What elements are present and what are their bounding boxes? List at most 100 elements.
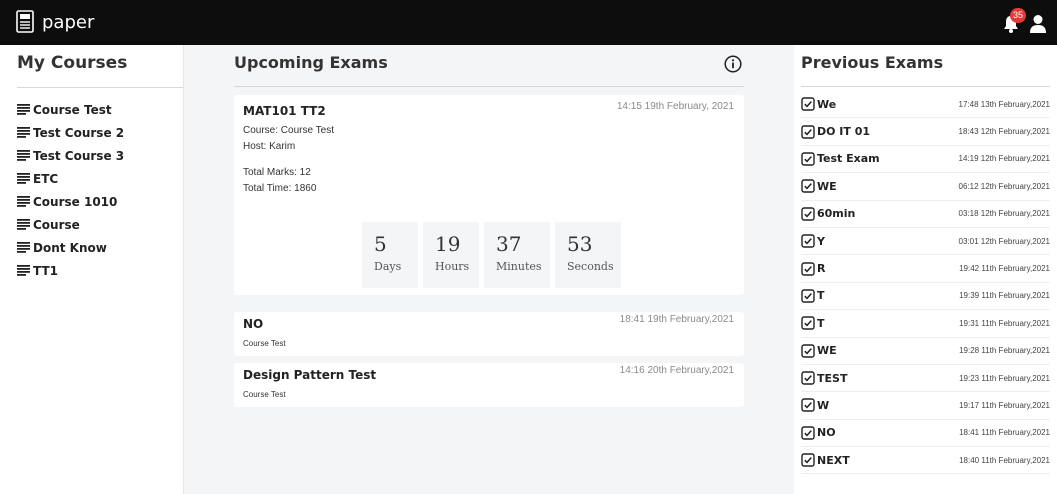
course-item[interactable]: Test Course 3 (17, 144, 124, 167)
previous-exam-item[interactable]: W 19:17 11th February,2021 (801, 392, 1050, 420)
previous-exam-item[interactable]: NEXT 18:40 11th February,2021 (801, 447, 1050, 475)
previous-exam-name-wrap: 60min (801, 207, 855, 221)
previous-exam-item[interactable]: We 17:48 13th February,2021 (801, 91, 1050, 119)
checkbox-check-icon (801, 289, 815, 303)
previous-exam-name-wrap: TEST (801, 371, 847, 385)
exam-card[interactable]: NO 18:41 19th February,2021 Course Test (234, 312, 744, 356)
course-item[interactable]: ETC (17, 167, 124, 190)
course-item[interactable]: Course 1010 (17, 190, 124, 213)
previous-exam-time: 19:39 11th February,2021 (959, 291, 1050, 301)
course-item[interactable]: TT1 (17, 259, 124, 282)
previous-exam-name: NEXT (817, 453, 850, 467)
countdown-seconds: 53 Seconds (555, 222, 621, 288)
exam-card[interactable]: MAT101 TT2 14:15 19th February, 2021 Cou… (234, 95, 744, 295)
previous-exam-name: W (817, 398, 830, 412)
course-label: TT1 (33, 263, 58, 278)
previous-exam-item[interactable]: Y 03:01 12th February,2021 (801, 228, 1050, 256)
previous-exam-time: 19:28 11th February,2021 (959, 346, 1050, 356)
previous-exam-name: DO IT 01 (817, 125, 871, 139)
checkbox-check-icon (801, 371, 815, 385)
previous-exam-time: 06:12 12th February,2021 (958, 181, 1050, 191)
previous-exam-name: Y (817, 234, 825, 248)
previous-exam-name: T (817, 316, 825, 330)
exam-total-marks: Total Marks: 12 (243, 167, 311, 178)
checkbox-check-icon (801, 426, 815, 440)
list-lines-icon (17, 219, 30, 230)
exam-host: Host: Karim (243, 141, 296, 152)
checkbox-check-icon (801, 344, 815, 358)
course-list: Course Test Test Course 2 Test Course 3 … (17, 98, 124, 282)
countdown-seconds-value: 53 (567, 232, 593, 256)
countdown-days: 5 Days (362, 222, 418, 288)
previous-exams-list: We 17:48 13th February,2021 DO IT 01 18:43 … (801, 91, 1050, 475)
countdown-hours-value: 19 (435, 232, 461, 256)
previous-exam-name-wrap: T (801, 316, 825, 331)
previous-exam-item[interactable]: WE 06:12 12th February,2021 (801, 173, 1050, 201)
divider (17, 87, 183, 88)
brand-name: paper (42, 11, 95, 33)
checkbox-check-icon (801, 97, 815, 111)
checkbox-check-icon (801, 398, 815, 413)
course-label: Test Course 2 (33, 125, 125, 140)
course-item[interactable]: Course Test (17, 98, 124, 121)
checkbox-check-icon (801, 124, 815, 139)
exam-card[interactable]: Design Pattern Test 14:16 20th February,… (234, 363, 744, 407)
exam-title: Design Pattern Test (243, 368, 377, 382)
previous-exam-item[interactable]: 60min 03:18 12th February,2021 (801, 201, 1050, 228)
list-lines-icon (17, 150, 30, 161)
countdown-minutes-label: Minutes (496, 260, 542, 273)
previous-exam-name-wrap: WE (801, 179, 837, 194)
checkbox-check-icon (801, 453, 815, 467)
previous-exam-name-wrap: W (801, 398, 830, 413)
course-item[interactable]: Test Course 2 (17, 121, 124, 144)
previous-exam-name: We (817, 97, 837, 111)
countdown-seconds-label: Seconds (567, 260, 614, 273)
exam-time: 14:16 20th February,2021 (619, 365, 734, 376)
list-lines-icon (17, 104, 30, 115)
previous-exam-name-wrap: WE (801, 344, 837, 358)
exam-time: 14:15 19th February, 2021 (616, 101, 734, 112)
previous-exam-item[interactable]: T 19:31 11th February,2021 (801, 310, 1050, 338)
user-icon[interactable] (1029, 14, 1047, 34)
exam-course: Course: Course Test (243, 125, 334, 136)
previous-exams-panel: Previous Exams We 17:48 13th February,202… (794, 45, 1057, 494)
upcoming-exams-panel: Upcoming Exams MAT101 TT2 14:15 19th Feb… (184, 45, 794, 494)
info-icon[interactable] (724, 55, 742, 73)
checkbox-check-icon (801, 234, 815, 248)
exam-time: 18:41 19th February,2021 (619, 314, 734, 325)
checkbox-check-icon (801, 179, 815, 194)
brand[interactable]: paper (14, 10, 94, 34)
previous-exam-time: 18:41 11th February,2021 (959, 428, 1050, 438)
divider (801, 86, 1050, 87)
exam-title: NO (243, 317, 264, 331)
checkbox-check-icon (801, 207, 815, 221)
previous-exam-name: WE (817, 344, 837, 358)
previous-exam-item[interactable]: TEST 19:23 11th February,2021 (801, 365, 1050, 393)
previous-exam-item[interactable]: NO 18:41 11th February,2021 (801, 420, 1050, 448)
previous-exam-name-wrap: R (801, 261, 825, 276)
top-navbar: paper 35 (0, 0, 1057, 45)
upcoming-exams-title: Upcoming Exams (234, 53, 388, 72)
previous-exam-item[interactable]: R 19:42 11th February,2021 (801, 255, 1050, 283)
previous-exam-item[interactable]: WE 19:28 11th February,2021 (801, 338, 1050, 365)
list-lines-icon (17, 265, 30, 276)
previous-exam-name-wrap: T (801, 289, 825, 303)
course-label: ETC (33, 171, 59, 186)
previous-exam-item[interactable]: T 19:39 11th February,2021 (801, 283, 1050, 311)
previous-exam-time: 19:17 11th February,2021 (959, 400, 1050, 410)
course-label: Dont Know (33, 240, 107, 255)
previous-exam-item[interactable]: DO IT 01 18:43 12th February,2021 (801, 118, 1050, 146)
countdown-minutes-value: 37 (496, 232, 522, 256)
checkbox-check-icon (801, 152, 815, 166)
course-item[interactable]: Dont Know (17, 236, 124, 259)
previous-exam-item[interactable]: Test Exam 14:19 12th February,2021 (801, 146, 1050, 174)
previous-exam-name-wrap: We (801, 97, 836, 111)
previous-exam-name: WE (817, 179, 837, 193)
list-lines-icon (17, 242, 30, 253)
previous-exam-time: 17:48 13th February,2021 (958, 99, 1050, 109)
countdown-days-label: Days (374, 260, 402, 273)
exam-course: Course Test (243, 339, 286, 348)
countdown-timer: 5 Days 19 Hours 37 Minutes 53 Seconds (362, 222, 621, 288)
previous-exam-time: 14:19 12th February,2021 (958, 154, 1050, 164)
course-item[interactable]: Course (17, 213, 124, 236)
